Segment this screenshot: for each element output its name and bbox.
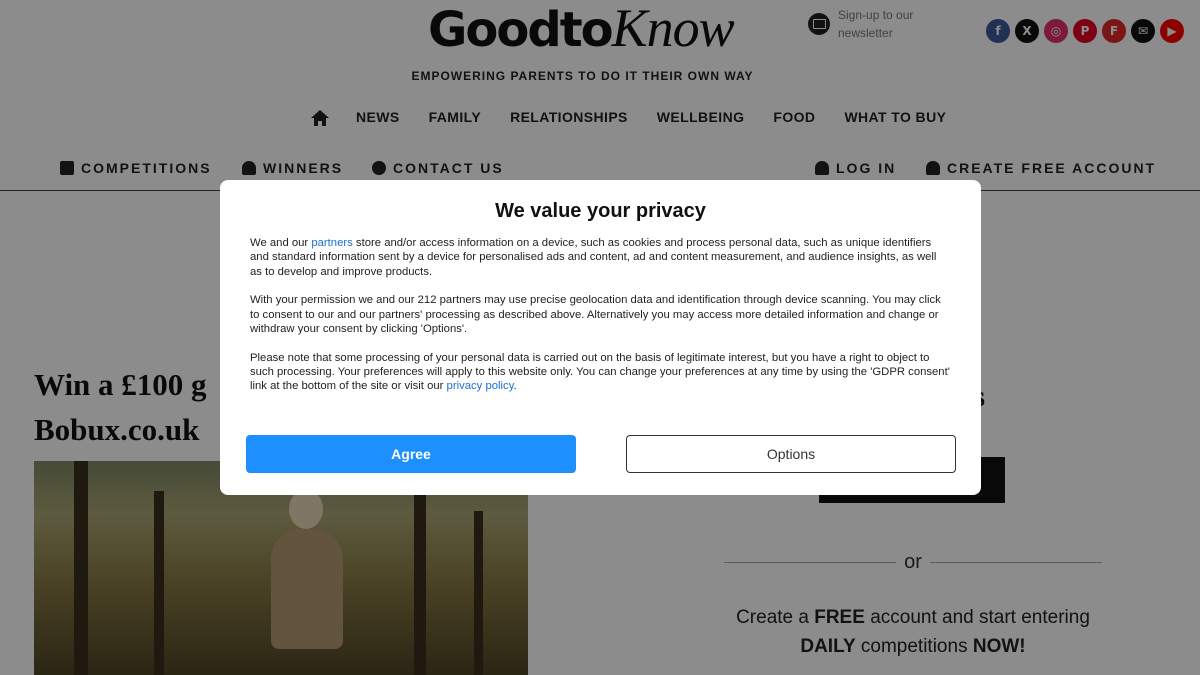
p1-text: store and/or access information on a dev… <box>250 237 937 278</box>
consent-paragraph-3: Please note that some processing of your… <box>250 351 951 394</box>
consent-paragraph-1: We and our partners store and/or access … <box>250 236 951 279</box>
partners-link[interactable]: partners <box>311 237 352 249</box>
consent-paragraph-2: With your permission we and our 212 part… <box>250 294 941 335</box>
p1-text: We and our <box>250 237 312 249</box>
options-button[interactable]: Options <box>626 435 956 473</box>
privacy-consent-dialog: We value your privacy We and our partner… <box>220 180 981 495</box>
privacy-policy-link[interactable]: privacy policy <box>447 380 514 392</box>
p3-text: Please note that some processing of your… <box>250 351 950 393</box>
agree-button[interactable]: Agree <box>246 435 576 473</box>
p3-text: . <box>513 380 517 393</box>
dialog-title: We value your privacy <box>495 200 706 222</box>
